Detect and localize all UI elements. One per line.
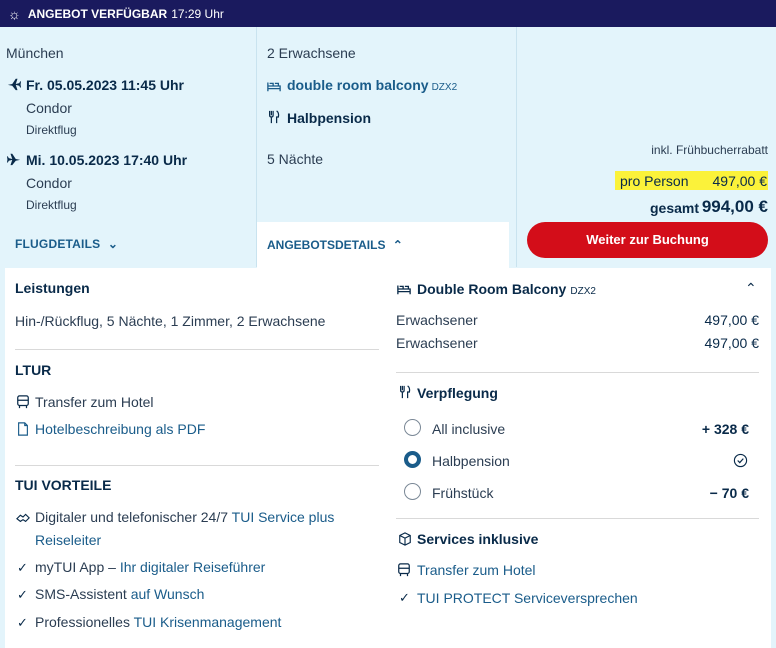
travel-guide-link[interactable]: Ihr digitaler Reiseführer (120, 559, 266, 575)
offer-details-tab[interactable]: ANGEBOTSDETAILS ⌃ (257, 222, 509, 268)
price-row-label: Erwachsener (396, 312, 478, 328)
tui-benefit-1-text: Digitaler und telefonischer 24/7 (35, 509, 232, 525)
check-icon: ✓ (399, 590, 410, 605)
inbound-plane-icon (7, 153, 21, 166)
offer-availability-bar: ☼ ANGEBOT VERFÜGBAR 17:29 Uhr (0, 0, 776, 27)
ltur-heading: LTUR (15, 362, 52, 378)
tour-guide-link[interactable]: Reiseleiter (35, 532, 101, 548)
tui-benefit-2: myTUI App – Ihr digitaler Reiseführer (35, 559, 265, 575)
price-row-label: Erwachsener (396, 335, 478, 351)
origin-airport: München (6, 45, 64, 61)
room-code: DZX2 (431, 82, 458, 93)
bus-icon (398, 563, 410, 577)
availability-title: ANGEBOT VERFÜGBAR (27, 6, 168, 21)
tui-benefit-1: Digitaler und telefonischer 24/7 TUI Ser… (35, 509, 334, 525)
offer-details-content: Leistungen Hin-/Rückflug, 5 Nächte, 1 Zi… (5, 268, 771, 648)
room-detail-title-text: Double Room Balcony (417, 281, 567, 297)
bed-icon (397, 285, 411, 295)
check-circle-icon (733, 453, 748, 468)
availability-time: 17:29 Uhr (171, 6, 224, 21)
transfer-text: Transfer zum Hotel (35, 394, 154, 410)
crisis-management-link[interactable]: TUI Krisenmanagement (134, 614, 282, 630)
inbound-airline: Condor (26, 175, 72, 191)
discount-note: inkl. Frühbucherrabatt (651, 143, 768, 157)
room-name: double room balcony DZX2 (287, 77, 457, 93)
tui-service-plus-link[interactable]: TUI Service plus (232, 509, 335, 525)
divider (15, 349, 379, 350)
tui-benefit-3: SMS-Assistent auf Wunsch (35, 586, 204, 602)
hotel-pdf-link[interactable]: Hotelbeschreibung als PDF (35, 421, 205, 437)
board-heading: Verpflegung (417, 385, 498, 401)
outbound-plane-icon (7, 78, 21, 91)
offer-details-text: ANGEBOTSDETAILS (267, 238, 386, 252)
tui-benefit-2-text: myTUI App – (35, 559, 120, 575)
tui-benefits-heading: TUI VORTEILE (15, 477, 112, 493)
total-price: 994,00 € (701, 197, 768, 216)
room-name-text: double room balcony (287, 77, 429, 93)
travellers: 2 Erwachsene (267, 45, 356, 61)
tui-benefit-4-text: Professionelles (35, 614, 134, 630)
hotel-transfer-link[interactable]: Transfer zum Hotel (417, 562, 536, 578)
services-included-heading: Services inklusive (417, 531, 539, 547)
inbound-date: Mi. 10.05.2023 17:40 Uhr (26, 152, 188, 168)
chevron-up-icon: ⌃ (392, 238, 403, 252)
room-detail-code: DZX2 (570, 286, 596, 297)
outbound-date: Fr. 05.05.2023 11:45 Uhr (26, 77, 184, 93)
per-person-label: pro Person (620, 173, 689, 189)
board-option-price: + 328 € (701, 421, 749, 437)
check-icon: ✓ (17, 587, 28, 602)
board-option-half-board-radio[interactable] (404, 451, 421, 468)
on-request-link[interactable]: auf Wunsch (131, 586, 205, 602)
bed-icon (267, 82, 281, 92)
outbound-type: Direktflug (26, 123, 77, 137)
board-option-label: All inclusive (432, 421, 506, 437)
continue-booking-button[interactable]: Weiter zur Buchung (527, 222, 768, 258)
board-option-breakfast-radio[interactable] (404, 483, 421, 500)
total-label: gesamt (650, 200, 700, 216)
outbound-airline: Condor (26, 100, 72, 116)
flight-details-label: FLUGDETAILS (15, 237, 101, 251)
sun-icon: ☼ (8, 5, 21, 22)
document-icon (18, 422, 28, 436)
price-row-value: 497,00 € (704, 335, 760, 351)
chevron-down-icon: ⌄ (107, 237, 119, 251)
chevron-up-icon[interactable]: ⌃ (745, 280, 757, 297)
flight-details-toggle[interactable]: FLUGDETAILS ⌄ (15, 237, 118, 251)
price-row-value: 497,00 € (704, 312, 760, 328)
tui-protect: TUI PROTECT Serviceversprechen (417, 590, 638, 606)
board-option-all-inclusive-radio[interactable] (404, 419, 421, 436)
divider (396, 518, 759, 519)
cutlery-icon (400, 385, 411, 399)
bus-icon (17, 395, 29, 409)
handshake-icon (16, 513, 30, 523)
offer-summary-panel: München Fr. 05.05.2023 11:45 Uhr Condor … (0, 27, 776, 648)
check-icon: ✓ (17, 615, 28, 630)
services-summary: Hin-/Rückflug, 5 Nächte, 1 Zimmer, 2 Erw… (15, 313, 326, 329)
flight-column: München Fr. 05.05.2023 11:45 Uhr Condor … (0, 27, 257, 267)
board-option-label: Halbpension (432, 453, 510, 469)
offer-details-label: ANGEBOTSDETAILS ⌃ (267, 238, 403, 252)
check-icon: ✓ (17, 560, 28, 575)
divider (396, 372, 759, 373)
service-promise-link[interactable]: Serviceversprechen (514, 590, 638, 606)
divider (15, 465, 379, 466)
tui-protect-text: TUI PROTECT (417, 590, 514, 606)
board-type: Halbpension (287, 110, 372, 126)
package-icon (399, 532, 411, 546)
cutlery-icon (269, 110, 280, 124)
nights: 5 Nächte (267, 151, 324, 167)
board-option-label: Frühstück (432, 485, 494, 501)
tui-benefit-4: Professionelles TUI Krisenmanagement (35, 614, 281, 630)
tui-benefit-3-text: SMS-Assistent (35, 586, 131, 602)
board-option-price: − 70 € (709, 485, 749, 501)
room-detail-title: Double Room Balcony DZX2 (417, 281, 596, 297)
per-person-price: 497,00 € (712, 173, 768, 189)
services-heading: Leistungen (15, 280, 90, 296)
inbound-type: Direktflug (26, 198, 77, 212)
